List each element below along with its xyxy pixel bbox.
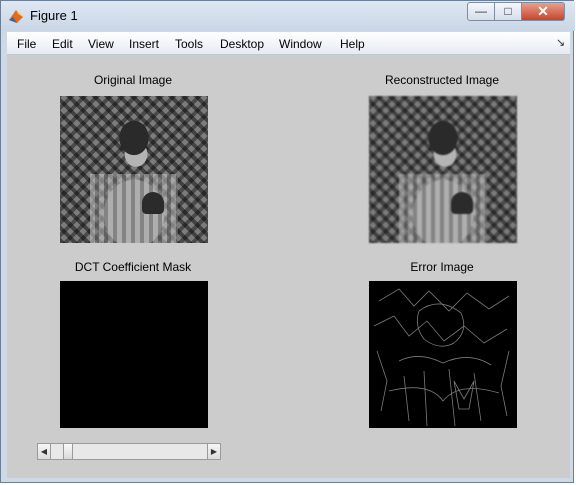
reconstructed-image[interactable] <box>369 96 517 243</box>
error-image[interactable] <box>369 281 517 428</box>
menu-bar: File Edit View Insert Tools Desktop Wind… <box>7 32 570 55</box>
menu-insert[interactable]: Insert <box>129 37 159 51</box>
close-button[interactable]: ✕ <box>521 2 565 21</box>
menu-view[interactable]: View <box>88 37 114 51</box>
dock-arrow-icon[interactable]: ↘ <box>556 36 565 49</box>
menu-tools[interactable]: Tools <box>175 37 203 51</box>
minimize-button[interactable]: — <box>467 2 495 21</box>
menu-edit[interactable]: Edit <box>52 37 73 51</box>
jacket-stripes <box>399 174 487 243</box>
original-image-title: Original Image <box>93 73 173 87</box>
jacket-emblem <box>142 192 164 214</box>
error-edges <box>373 288 510 427</box>
title-bar[interactable]: Figure 1 — □ ✕ <box>1 1 575 31</box>
slider-right-arrow[interactable]: ▶ <box>207 444 220 459</box>
original-image[interactable] <box>60 96 208 243</box>
figure-canvas: Original Image Reconstructed Image DCT C… <box>7 55 570 478</box>
jacket-stripes <box>90 174 178 243</box>
menu-window[interactable]: Window <box>279 37 322 51</box>
window-title: Figure 1 <box>30 8 78 23</box>
slider-left-arrow[interactable]: ◀ <box>38 444 51 459</box>
maximize-button[interactable]: □ <box>494 2 522 21</box>
menu-help[interactable]: Help <box>340 37 365 51</box>
menu-desktop[interactable]: Desktop <box>220 37 264 51</box>
figure-window: Figure 1 — □ ✕ File Edit View Insert Too… <box>0 0 575 483</box>
dct-coefficient-mask-image[interactable] <box>60 281 208 428</box>
menu-file[interactable]: File <box>17 37 36 51</box>
slider-thumb[interactable] <box>63 444 74 459</box>
jacket-emblem <box>451 192 473 214</box>
reconstructed-image-title: Reconstructed Image <box>384 73 500 87</box>
error-image-title: Error Image <box>410 260 474 274</box>
dct-mask-title: DCT Coefficient Mask <box>74 260 192 274</box>
matlab-icon <box>9 10 23 23</box>
mask-slider[interactable]: ◀ ▶ <box>37 443 221 460</box>
